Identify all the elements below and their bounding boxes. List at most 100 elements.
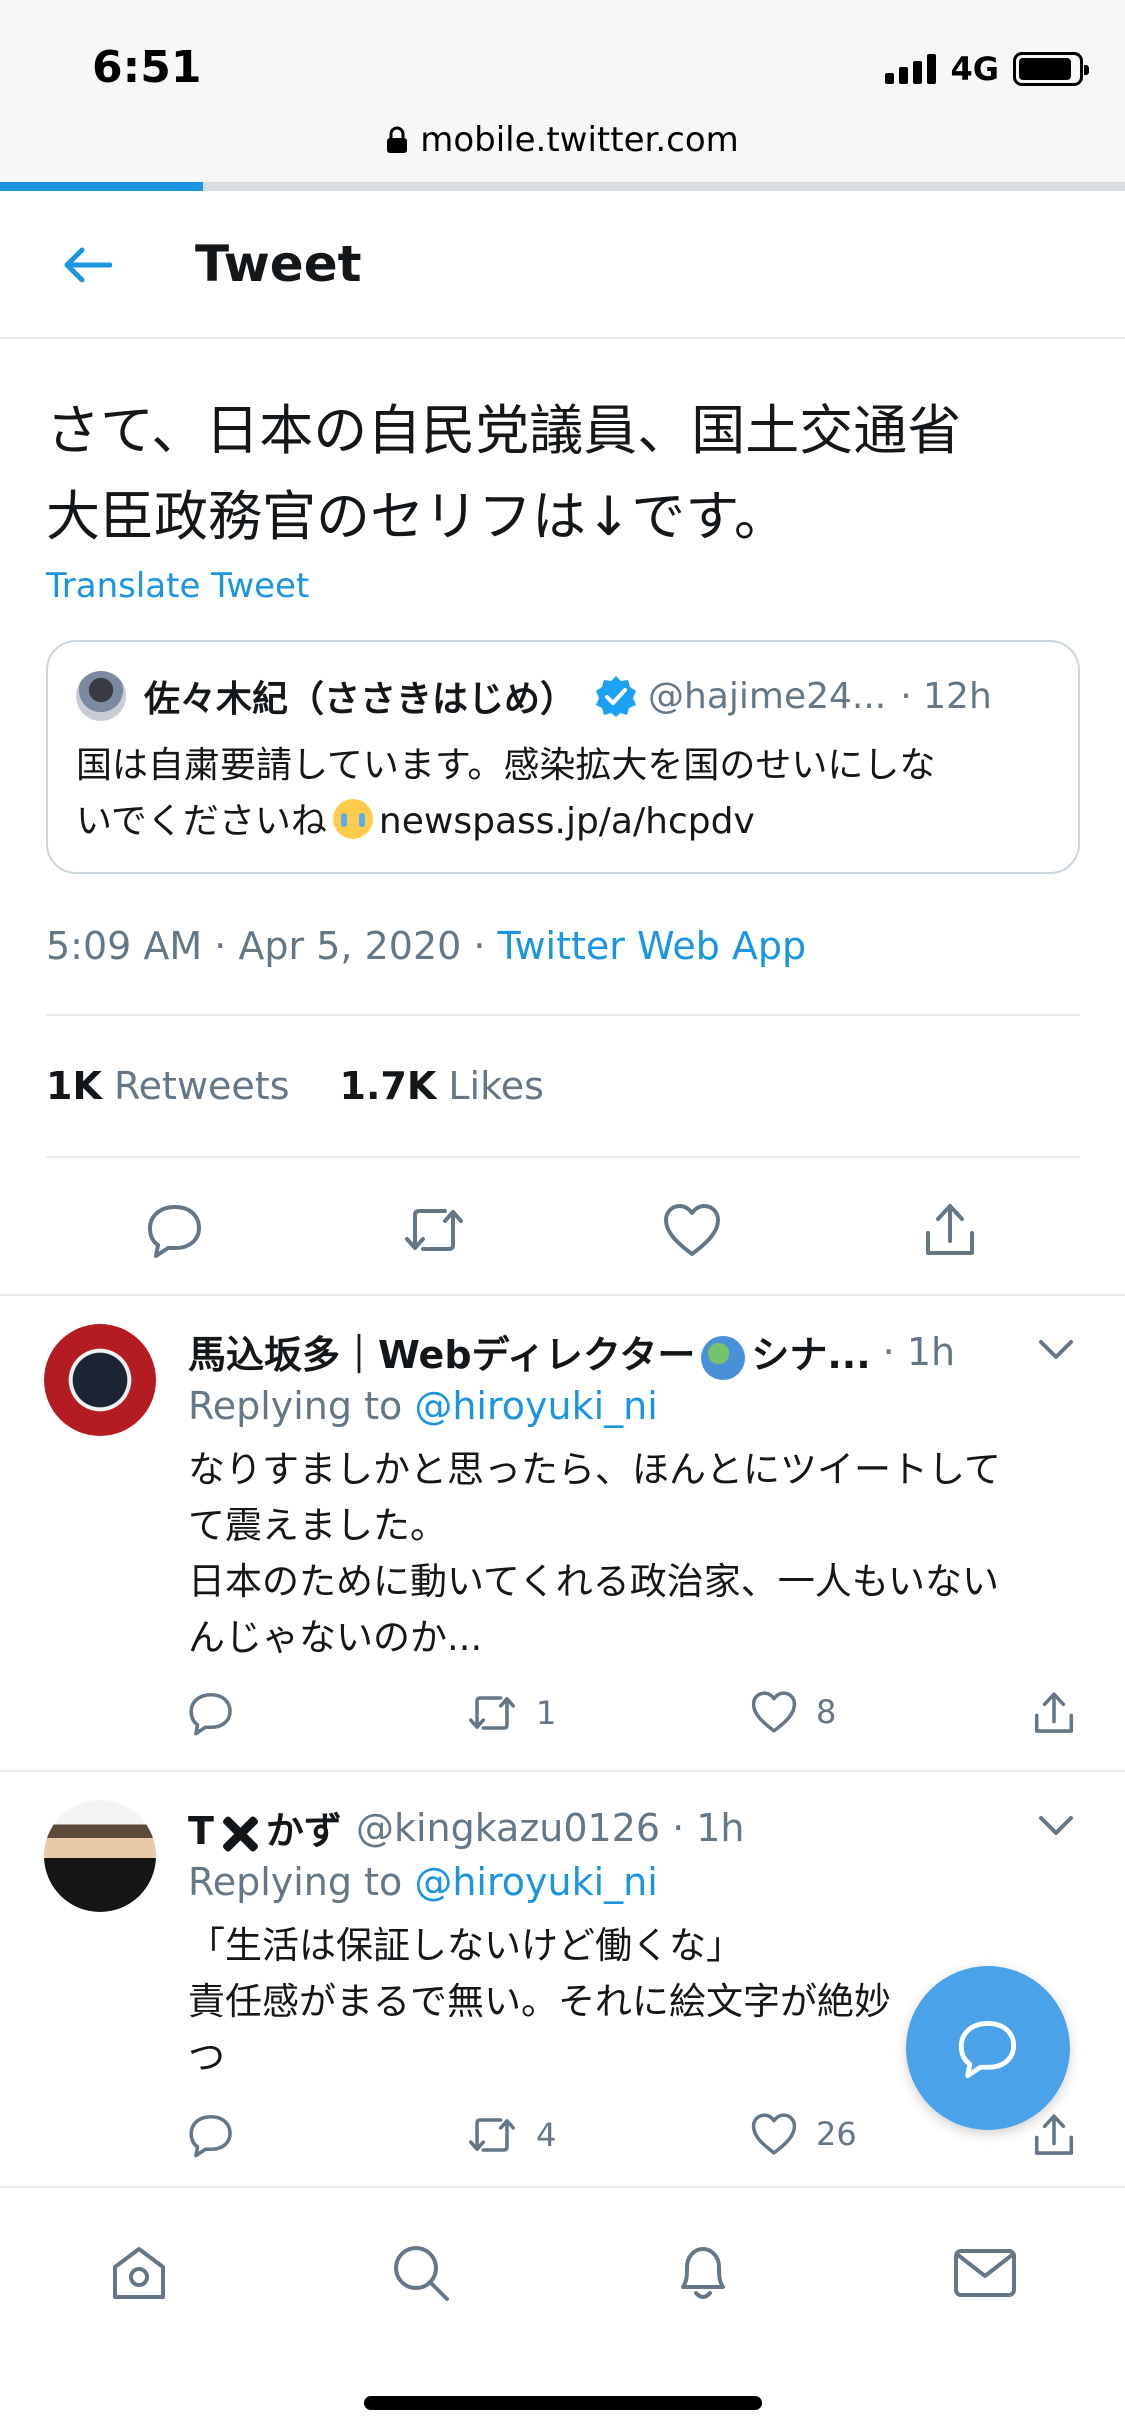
status-bar: 6:51 4G <box>0 0 1125 110</box>
compose-reply-icon <box>958 2021 1017 2079</box>
reply-icon <box>148 1205 201 1258</box>
quoted-body-text: いでくださいね <box>76 801 327 842</box>
reply-author-name-part: T <box>188 1809 214 1853</box>
translate-tweet-link[interactable]: Translate Tweet <box>46 566 309 606</box>
avatar[interactable] <box>44 1324 156 1436</box>
reply-author-handle: @kingkazu0126 <box>355 1805 661 1850</box>
divider <box>0 1294 1125 1296</box>
reply-time: · 1h <box>882 1329 956 1374</box>
replying-to-mention[interactable]: @hiroyuki_ni <box>414 1384 657 1428</box>
network-label: 4G <box>950 50 999 88</box>
divider <box>46 1014 1080 1016</box>
browser-url-bar[interactable]: mobile.twitter.com <box>0 110 1125 182</box>
like-button[interactable] <box>652 1190 732 1270</box>
retweets-stat[interactable]: 1K Retweets <box>46 1064 290 1108</box>
likes-count: 1.7K <box>339 1064 437 1108</box>
share-icon <box>926 1204 974 1255</box>
like-count: 8 <box>816 1693 837 1731</box>
reply-icon <box>189 2114 232 2158</box>
heart-icon <box>751 2113 797 2155</box>
tweet-menu-button[interactable] <box>1031 1330 1081 1370</box>
reply-author-name-part: かず <box>265 1809 342 1853</box>
reply-action-bar: 1 8 <box>188 1690 1088 1750</box>
reply-button[interactable] <box>188 1690 234 1736</box>
cross-mark-emoji-icon <box>218 1812 262 1856</box>
share-button[interactable] <box>1032 2112 1076 2158</box>
verified-badge-icon <box>596 676 637 717</box>
quoted-tweet-time: · 12h <box>900 675 992 717</box>
reply-author-name: 馬込坂多｜Webディレクター シナ... <box>188 1324 871 1380</box>
quoted-author-handle: @hajime24... <box>648 675 887 717</box>
globe-emoji-icon <box>701 1335 746 1380</box>
like-button[interactable]: 8 <box>750 1690 836 1734</box>
retweets-count: 1K <box>46 1064 102 1108</box>
replying-to: Replying to @hiroyuki_ni <box>188 1860 658 1904</box>
replying-to: Replying to @hiroyuki_ni <box>188 1384 658 1428</box>
battery-icon <box>1013 52 1089 86</box>
avatar[interactable] <box>44 1800 156 1912</box>
tweet-metadata: 5:09 AM · Apr 5, 2020 · Twitter Web App <box>46 924 806 968</box>
quoted-author-avatar <box>76 671 126 721</box>
share-icon <box>1034 2114 1074 2155</box>
quoted-link[interactable]: newspass.jp/a/hcpdv <box>379 801 755 842</box>
tweet-menu-button[interactable] <box>1031 1806 1081 1846</box>
heart-icon <box>751 1691 797 1733</box>
search-icon <box>394 2246 449 2301</box>
battery-cap <box>1084 65 1089 75</box>
reply-icon <box>189 1692 232 1736</box>
reply-button[interactable] <box>135 1190 215 1270</box>
messages-icon <box>954 2249 1016 2297</box>
quoted-tweet-body: 国は自粛要請しています。感染拡大を国のせいにしな いでくださいね newspass… <box>76 738 1066 850</box>
status-time: 6:51 <box>92 42 202 93</box>
page-load-progress <box>0 182 1125 191</box>
retweet-button[interactable]: 4 <box>466 2112 556 2158</box>
nav-home[interactable] <box>94 2228 184 2318</box>
tweet-text: さて、日本の自民党議員、国土交通省 大臣政務官のセリフは↓です。 <box>46 388 1086 560</box>
back-button[interactable] <box>52 233 122 297</box>
crying-face-emoji-icon <box>332 799 373 839</box>
arrow-left-icon <box>64 247 112 283</box>
retweet-count: 4 <box>536 2116 557 2154</box>
reply-tweet[interactable]: 馬込坂多｜Webディレクター シナ... · 1h Replying to @hi… <box>0 1324 1125 1764</box>
compose-reply-button[interactable] <box>906 1966 1070 2130</box>
chevron-down-icon <box>1039 1340 1073 1359</box>
page-title: Tweet <box>195 235 362 293</box>
nav-messages[interactable] <box>940 2228 1030 2318</box>
reply-time: · 1h <box>672 1805 745 1850</box>
home-indicator <box>364 2396 762 2410</box>
retweet-count: 1 <box>536 1694 557 1732</box>
url-container: mobile.twitter.com <box>386 120 739 160</box>
likes-stat[interactable]: 1.7K Likes <box>340 1064 544 1108</box>
like-count: 26 <box>816 2115 857 2153</box>
retweet-icon <box>468 1696 516 1730</box>
tweet-text-line-1: さて、日本の自民党議員、国土交通省 <box>46 399 962 462</box>
chevron-down-icon <box>1039 1816 1073 1835</box>
reply-text: なりすましかと思ったら、ほんとにツイートして て震えました。 日本のために動いて… <box>188 1448 1001 1659</box>
likes-label: Likes <box>448 1064 544 1108</box>
divider <box>46 1156 1080 1158</box>
quoted-tweet-card[interactable]: 佐々木紀（ささきはじめ） @hajime24... · 12h 国は自粛要請して… <box>46 640 1080 874</box>
share-button[interactable] <box>910 1190 990 1270</box>
page-header: Tweet <box>0 191 1125 339</box>
battery-fill <box>1019 58 1072 80</box>
tweet-timestamp: 5:09 AM · Apr 5, 2020 · <box>46 924 498 968</box>
share-button[interactable] <box>1032 1690 1076 1736</box>
quoted-tweet-header: 佐々木紀（ささきはじめ） @hajime24... · 12h <box>76 670 1066 722</box>
reply-author-name: T かず <box>188 1800 342 1856</box>
replying-to-label: Replying to <box>188 1384 415 1428</box>
tweet-source-app[interactable]: Twitter Web App <box>498 924 807 968</box>
retweet-button[interactable]: 1 <box>466 1690 556 1736</box>
home-icon <box>113 2247 165 2299</box>
nav-notifications[interactable] <box>658 2228 748 2318</box>
tweet-text-line-2: 大臣政務官のセリフは↓です。 <box>46 485 788 548</box>
nav-search[interactable] <box>376 2228 466 2318</box>
heart-icon <box>664 1204 720 1256</box>
url-text: mobile.twitter.com <box>420 120 739 160</box>
reply-author-name-part: 馬込坂多｜Webディレクター <box>188 1333 696 1377</box>
retweet-button[interactable] <box>394 1190 474 1270</box>
divider <box>0 1770 1125 1772</box>
reply-button[interactable] <box>188 2112 234 2158</box>
retweet-icon <box>468 2118 516 2152</box>
replying-to-mention[interactable]: @hiroyuki_ni <box>414 1860 657 1904</box>
like-button[interactable]: 26 <box>750 2112 857 2156</box>
